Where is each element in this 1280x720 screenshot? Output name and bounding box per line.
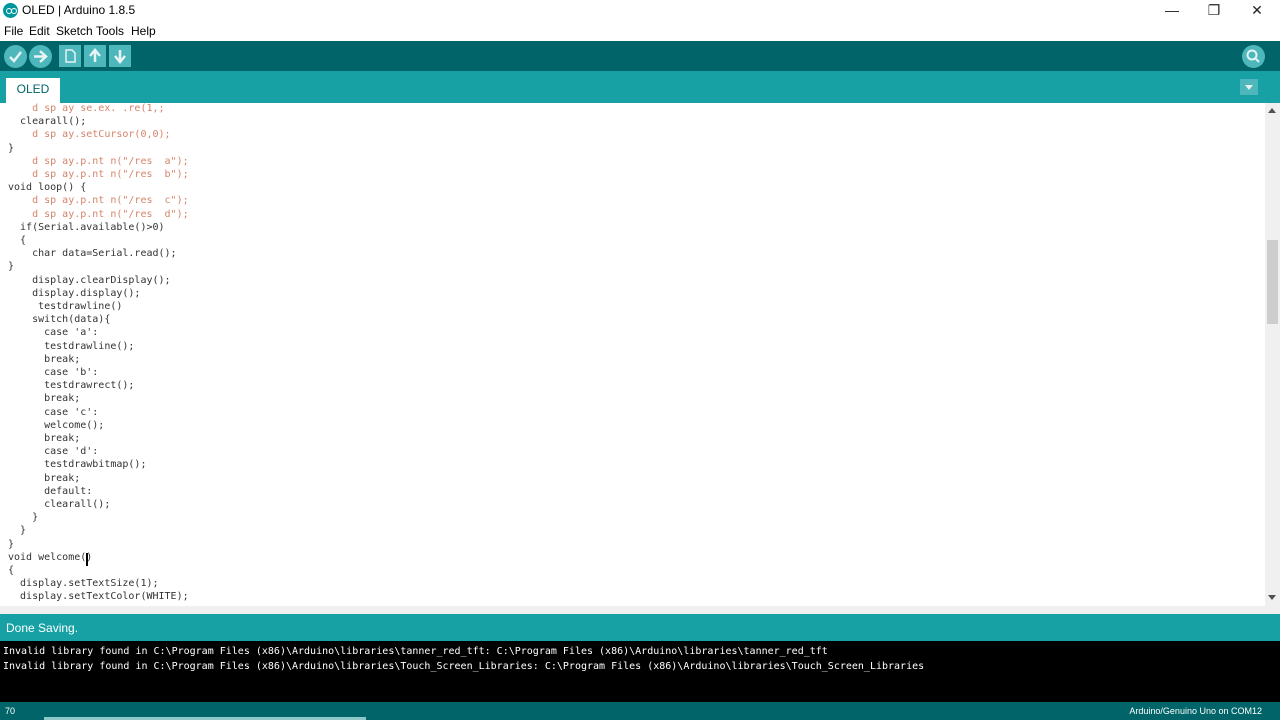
arduino-ide-window: OLED | Arduino 1.8.5 — ❐ ✕ File Edit Ske…	[0, 0, 1280, 720]
new-button[interactable]	[59, 45, 81, 67]
code-line: d sp ay.setCursor(0,0);	[8, 129, 171, 141]
menu-sketch[interactable]: Sketch	[56, 24, 93, 38]
close-button[interactable]: ✕	[1235, 0, 1279, 22]
status-bar: Done Saving.	[0, 614, 1280, 641]
menu-edit[interactable]: Edit	[29, 24, 50, 38]
tab-oled[interactable]: OLED	[6, 78, 60, 103]
arduino-logo-icon	[3, 3, 18, 18]
upload-button[interactable]	[29, 45, 52, 68]
status-message: Done Saving.	[6, 621, 79, 635]
code-line: void welcome()	[8, 551, 93, 563]
document-icon	[65, 49, 76, 63]
save-button[interactable]	[109, 45, 131, 67]
menu-file[interactable]: File	[4, 24, 23, 38]
toolbar	[0, 41, 1280, 71]
menu-tools[interactable]: Tools	[96, 24, 124, 38]
text-caret	[86, 553, 88, 566]
right-arrow-icon	[34, 50, 48, 63]
menu-help[interactable]: Help	[131, 24, 156, 38]
restore-button[interactable]: ❐	[1192, 0, 1236, 22]
editor-horizontal-scrollbar[interactable]	[0, 606, 1280, 614]
console-output[interactable]: Invalid library found in C:\Program File…	[0, 641, 1280, 702]
scroll-down-arrow-icon[interactable]	[1268, 595, 1276, 600]
code-line: display.setTextColor(WHITE);	[8, 591, 189, 603]
editor-vertical-scrollbar[interactable]	[1265, 103, 1280, 606]
board-port-label: Arduino/Genuino Uno on COM12	[1129, 706, 1262, 716]
down-arrow-icon	[114, 50, 126, 64]
console-line: Invalid library found in C:\Program File…	[3, 646, 828, 657]
checkmark-icon	[9, 51, 22, 63]
window-title: OLED | Arduino 1.8.5	[22, 3, 136, 17]
minimize-button[interactable]: —	[1150, 0, 1194, 22]
menu-bar: File Edit Sketch Tools Help	[0, 22, 1280, 41]
code-editor[interactable]: d sp ay se.ex. .re(1,; clearall(); d sp …	[0, 103, 1265, 606]
scroll-up-arrow-icon[interactable]	[1268, 108, 1276, 113]
title-bar: OLED | Arduino 1.8.5 — ❐ ✕	[0, 0, 1280, 22]
open-button[interactable]	[84, 45, 106, 67]
footer-bar: 70 Arduino/Genuino Uno on COM12	[0, 702, 1280, 720]
magnifier-icon	[1246, 49, 1260, 63]
up-arrow-icon	[89, 48, 101, 62]
verify-button[interactable]	[4, 45, 27, 68]
line-number: 70	[5, 706, 16, 716]
code-line: if(Serial.available()>0)	[8, 221, 165, 233]
scroll-thumb[interactable]	[1267, 240, 1278, 324]
code-line: char data=Serial.read();	[8, 248, 177, 260]
tab-menu-chevron-icon[interactable]	[1240, 79, 1258, 95]
tab-bar: OLED	[0, 71, 1280, 103]
console-line: Invalid library found in C:\Program File…	[3, 661, 925, 672]
serial-monitor-button[interactable]	[1242, 45, 1265, 68]
